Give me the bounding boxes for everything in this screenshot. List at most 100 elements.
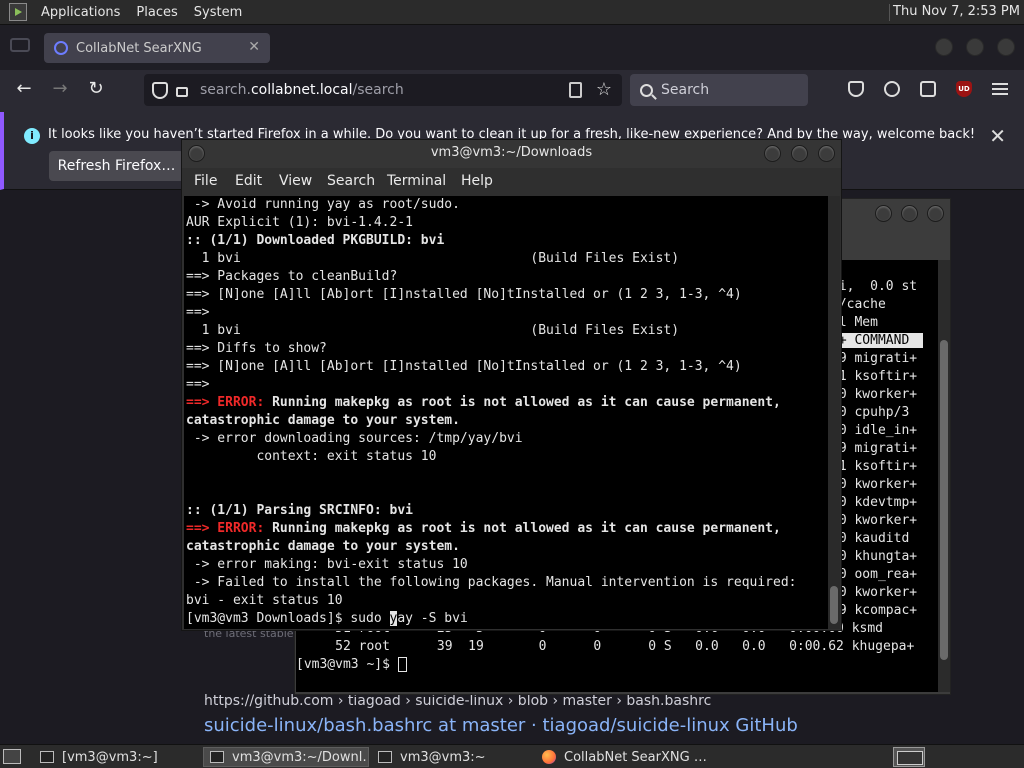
firefox-view-icon[interactable] — [10, 38, 30, 52]
htop-process-row-text: 00 kdevtmp+ — [831, 495, 918, 510]
browser-tab[interactable]: CollabNet SearXNG ✕ — [44, 33, 270, 63]
taskbar-task[interactable]: CollabNet SearXNG … — [536, 747, 706, 767]
terminal-line-text: ==> [N]one [A]ll [Ab]ort [I]nstalled [No… — [186, 359, 742, 374]
terminal-scroll-thumb[interactable] — [830, 586, 838, 624]
terminal-icon — [378, 751, 392, 763]
terminal-line: catastrophic damage to your system. — [186, 538, 828, 556]
tracking-shield-icon[interactable] — [152, 81, 168, 99]
htop-scroll-thumb[interactable] — [940, 340, 948, 660]
terminal-titlebar[interactable]: vm3@vm3:~/Downloads — [182, 140, 841, 168]
htop-column-header-text: E+ COMMAND — [831, 333, 924, 348]
extensions-icon[interactable] — [920, 81, 936, 97]
menu-system[interactable]: System — [186, 5, 250, 20]
htop-process-row-text: 29 migrati+ — [831, 351, 918, 366]
show-desktop-icon[interactable] — [3, 749, 21, 764]
terminal-menu-help[interactable]: Help — [461, 173, 493, 189]
terminal-menu-view[interactable]: View — [279, 173, 312, 189]
terminal-line-text: :: (1/1) Parsing SRCINFO: bvi — [186, 503, 413, 518]
htop-process-row-text: 00 kworker+ — [831, 513, 918, 528]
url-domain: collabnet.local — [250, 82, 353, 98]
htop-process-row-text: 01 ksoftir+ — [831, 459, 918, 474]
searxng-favicon-icon — [54, 41, 68, 55]
terminal-line: -> Failed to install the following packa… — [186, 574, 828, 592]
pocket-icon[interactable] — [848, 81, 864, 97]
window-minimize-button[interactable] — [935, 38, 953, 56]
window-maximize-button[interactable] — [966, 38, 984, 56]
terminal-prompt-line[interactable]: [vm3@vm3 Downloads]$ sudo yay -S bvi — [186, 610, 828, 628]
htop-scrollbar[interactable] — [938, 260, 950, 692]
workspace-switcher-icon[interactable] — [893, 747, 925, 767]
htop-process-row-text: 00 kworker+ — [831, 585, 918, 600]
lock-icon[interactable] — [176, 87, 188, 97]
clock[interactable]: Thu Nov 7, 2:53 PM — [893, 4, 1020, 19]
search-icon — [640, 83, 653, 97]
result-title-link[interactable]: suicide-linux/bash.bashrc at master · ti… — [204, 715, 798, 736]
terminal-menu-terminal[interactable]: Terminal — [387, 173, 446, 189]
htop-process-row-text: 00 kworker+ — [831, 387, 918, 402]
result-url[interactable]: https://github.com › tiagoad › suicide-l… — [204, 693, 711, 709]
url-prefix: search. — [200, 82, 251, 98]
forward-arrow-icon[interactable]: → — [50, 79, 70, 99]
terminal-scrollbar[interactable] — [828, 196, 840, 629]
terminal-line-text: context: exit status 10 — [186, 449, 437, 464]
terminal-line: :: (1/1) Downloaded PKGBUILD: bvi — [186, 232, 828, 250]
tab-close-icon[interactable]: ✕ — [248, 39, 260, 55]
terminal-line-text: ==> — [186, 305, 218, 320]
refresh-firefox-button[interactable]: Refresh Firefox… — [49, 151, 184, 181]
terminal-line-text: ==> — [186, 377, 218, 392]
menu-applications[interactable]: Applications — [33, 5, 128, 20]
search-bar[interactable]: Search — [630, 74, 808, 106]
htop-process-row-text: 29 migrati+ — [831, 441, 918, 456]
back-minimize-button[interactable] — [875, 205, 892, 222]
back-maximize-button[interactable] — [901, 205, 918, 222]
terminal-line: 1 bvi (Build Files Exist) — [186, 250, 828, 268]
htop-prompt-line[interactable]: [vm3@vm3 ~]$ — [296, 656, 938, 674]
url-text[interactable]: search.collabnet.local/search — [200, 82, 404, 98]
back-close-button[interactable] — [927, 205, 944, 222]
terminal-window[interactable]: vm3@vm3:~/Downloads File Edit View Searc… — [181, 139, 842, 631]
account-icon[interactable] — [884, 81, 900, 97]
info-icon: i — [24, 128, 40, 144]
ublock-origin-icon[interactable]: UD — [956, 81, 972, 97]
taskbar-task[interactable]: vm3@vm3:~/Downl… — [203, 747, 369, 767]
url-bar[interactable]: search.collabnet.local/search ☆ — [144, 74, 622, 106]
browser-tab-title: CollabNet SearXNG — [76, 40, 202, 56]
applications-logo-icon[interactable] — [9, 3, 27, 21]
reader-view-icon[interactable] — [569, 82, 582, 98]
terminal-maximize-button[interactable] — [791, 145, 808, 162]
terminal-line: ==> Diffs to show? — [186, 340, 828, 358]
hamburger-menu-icon[interactable] — [992, 83, 1008, 95]
terminal-line: ​ — [186, 484, 828, 502]
taskbar-task[interactable]: [vm3@vm3:~] — [34, 747, 196, 767]
terminal-close-button[interactable] — [818, 145, 835, 162]
terminal-screen[interactable]: -> Avoid running yay as root/sudo. AUR Ex… — [184, 196, 828, 629]
terminal-menu-edit[interactable]: Edit — [235, 173, 262, 189]
back-arrow-icon[interactable]: ← — [14, 79, 34, 99]
terminal-minimize-button[interactable] — [764, 145, 781, 162]
htop-process-row-text: 00 khungta+ — [831, 549, 918, 564]
terminal-line: 1 bvi (Build Files Exist) — [186, 322, 828, 340]
terminal-menu-search[interactable]: Search — [327, 173, 375, 189]
htop-process-row-text: 00 kworker+ — [831, 477, 918, 492]
terminal-menu-file[interactable]: File — [194, 173, 217, 189]
taskbar-task[interactable]: vm3@vm3:~ — [372, 747, 528, 767]
terminal-line-text: ==> Packages to cleanBuild? — [186, 269, 398, 284]
terminal-line-text: 1 bvi (Build Files Exist) — [186, 323, 680, 338]
terminal-line-text: ==> Diffs to show? — [186, 341, 327, 356]
htop-prompt: [vm3@vm3 ~]$ — [296, 657, 398, 672]
taskbar-task-label: vm3@vm3:~/Downl… — [232, 749, 369, 765]
error-prefix: ==> ERROR: — [186, 395, 273, 410]
terminal-line-text: -> error making: bvi-exit status 10 — [186, 557, 468, 572]
terminal-line-text: ==> [N]one [A]ll [Ab]ort [I]nstalled [No… — [186, 287, 742, 302]
menu-places[interactable]: Places — [128, 5, 185, 20]
window-close-button[interactable] — [997, 38, 1015, 56]
notification-close-icon[interactable]: ✕ — [989, 124, 1006, 148]
terminal-line: ==> [N]one [A]ll [Ab]ort [I]nstalled [No… — [186, 286, 828, 304]
terminal-line: ==> ERROR: Running makepkg as root is no… — [186, 520, 828, 538]
bookmark-star-icon[interactable]: ☆ — [596, 79, 612, 100]
terminal-line: ==> — [186, 376, 828, 394]
panel-divider — [889, 4, 890, 21]
terminal-icon — [40, 751, 54, 763]
taskbar: [vm3@vm3:~] vm3@vm3:~/Downl… vm3@vm3:~ Coll… — [0, 744, 1024, 768]
reload-icon[interactable]: ↻ — [86, 79, 106, 99]
